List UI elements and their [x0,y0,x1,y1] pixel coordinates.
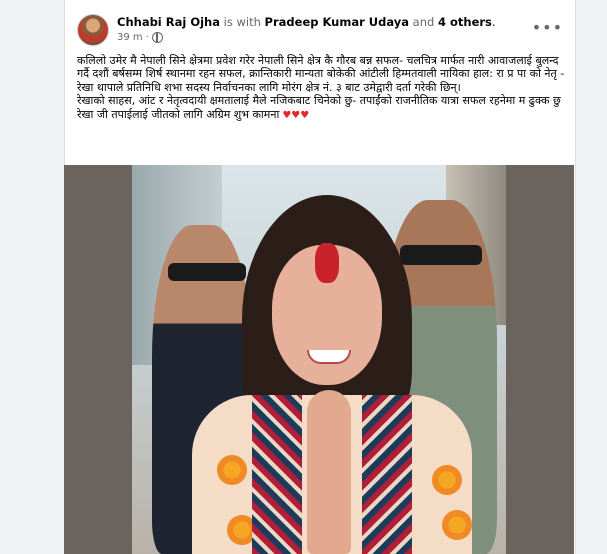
post-time[interactable]: 39 m [117,32,143,43]
post-paragraph-3: रेखा जी तपाईलाई जीतको लागि अग्रिम शुभ का… [77,107,310,121]
kurta-flower [442,510,472,540]
post-header: Chhabi Raj Ojha is with Pradeep Kumar Ud… [77,14,567,48]
namaste-hands [307,390,351,554]
red-tika [315,243,339,283]
scarf-left [252,395,302,554]
and-connector: and [409,15,438,29]
post-meta: 39 m · [117,32,163,43]
sunglasses-left [168,263,246,281]
heart-emoji-icons: ♥♥♥ [282,109,310,121]
with-connector: is with [219,15,265,29]
tagged-person[interactable]: Pradeep Kumar Udaya [265,15,409,29]
author-name[interactable]: Chhabi Raj Ojha [117,15,220,29]
kurta-flower [217,455,247,485]
kurta-flower [432,465,462,495]
sunglasses-right [400,245,482,265]
post-body: कलिलो उमेर मै नेपाली सिने क्षेत्रमा प्रव… [77,54,567,122]
globe-icon [151,32,163,43]
more-icon[interactable]: ••• [532,18,563,37]
post-photo[interactable] [132,165,506,554]
post-paragraph-1: कलिलो उमेर मै नेपाली सिने क्षेत्रमा प्रव… [77,54,565,94]
author-line: Chhabi Raj Ojha is with Pradeep Kumar Ud… [117,15,496,29]
scarf-right [362,395,412,554]
post-photo-frame[interactable] [64,165,574,554]
post-paragraph-2: रेखाको साहस, आंट र नेतृत्वदायी क्षमतालाई… [77,94,561,108]
author-avatar[interactable] [77,14,109,46]
tagged-others[interactable]: 4 others [438,15,492,29]
period: . [491,15,496,29]
